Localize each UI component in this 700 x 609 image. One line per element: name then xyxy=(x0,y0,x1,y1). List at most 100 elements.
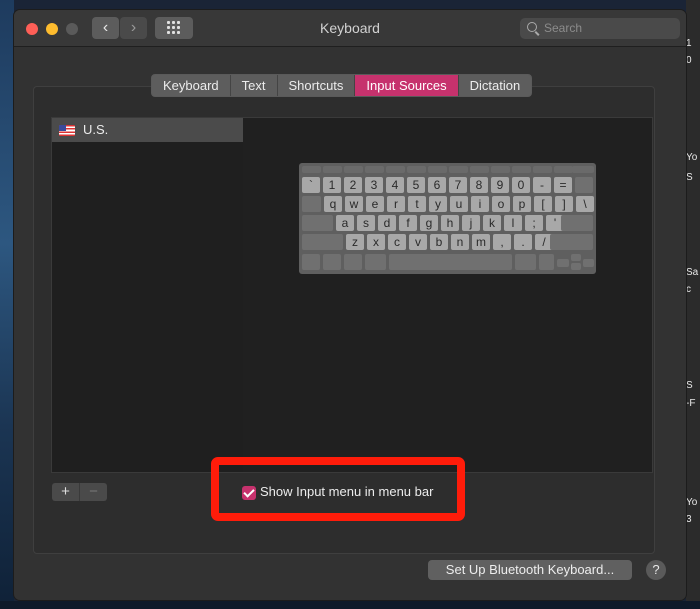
tab-dictation[interactable]: Dictation xyxy=(459,75,532,96)
help-button[interactable]: ? xyxy=(646,560,666,580)
function-key xyxy=(470,166,489,173)
title-bar: ‹ › Keyboard Search xyxy=(14,10,686,47)
desktop-text-fragment: S xyxy=(686,172,693,183)
key-cap: , xyxy=(493,234,511,250)
key-cap: 8 xyxy=(470,177,488,193)
search-field[interactable]: Search xyxy=(520,18,680,39)
key-cap: = xyxy=(554,177,572,193)
key-cap: [ xyxy=(534,196,552,212)
key-cap: 4 xyxy=(386,177,404,193)
desktop-text-fragment: -F xyxy=(686,398,696,409)
arrow-key xyxy=(571,263,581,270)
command-key xyxy=(365,254,386,270)
input-source-item-us[interactable]: U.S. xyxy=(52,118,244,142)
function-key xyxy=(491,166,510,173)
key-cap: 6 xyxy=(428,177,446,193)
show-input-menu-checkbox[interactable] xyxy=(242,486,256,500)
command-key xyxy=(515,254,536,270)
desktop-text-fragment: c xyxy=(686,284,691,295)
key-cap: ] xyxy=(555,196,573,212)
function-key xyxy=(533,166,552,173)
key-cap: p xyxy=(513,196,531,212)
desktop-background-right: 1 0 Yo S Sa c S -F Yo 3 xyxy=(686,0,700,609)
input-sources-list[interactable]: U.S. xyxy=(51,117,245,473)
desktop-text-fragment: 0 xyxy=(686,55,692,66)
key-cap: i xyxy=(471,196,489,212)
system-preferences-window: ‹ › Keyboard Search Keyboard Text Shortcut… xyxy=(14,10,686,600)
show-input-menu-label[interactable]: Show Input menu in menu bar xyxy=(260,484,433,499)
function-key xyxy=(302,166,321,173)
arrow-key xyxy=(571,254,581,261)
desktop-background-left xyxy=(0,0,14,609)
tab-text[interactable]: Text xyxy=(231,75,278,96)
us-flag-icon xyxy=(59,125,75,136)
search-icon xyxy=(527,22,537,32)
key-cap: t xyxy=(408,196,426,212)
tab-keyboard[interactable]: Keyboard xyxy=(152,75,231,96)
key-cap: f xyxy=(399,215,417,231)
function-key xyxy=(344,166,363,173)
desktop-background-bottom xyxy=(0,601,700,609)
key-cap: x xyxy=(367,234,385,250)
search-placeholder: Search xyxy=(544,21,583,35)
return-key xyxy=(561,215,593,231)
desktop-text-fragment: 1 xyxy=(686,38,692,49)
function-key xyxy=(386,166,405,173)
function-key xyxy=(407,166,426,173)
desktop-text-fragment: Sa xyxy=(686,267,699,278)
key-cap: k xyxy=(483,215,501,231)
list-controls: + − xyxy=(52,483,107,501)
key-cap: ` xyxy=(302,177,320,193)
desktop-text-fragment: S xyxy=(686,380,693,391)
key-cap: w xyxy=(345,196,363,212)
function-key xyxy=(323,166,342,173)
key-cap: a xyxy=(336,215,354,231)
key-cap: y xyxy=(429,196,447,212)
tab-shortcuts[interactable]: Shortcuts xyxy=(278,75,356,96)
tab-key xyxy=(302,196,321,212)
key-cap: g xyxy=(420,215,438,231)
key-cap: r xyxy=(387,196,405,212)
key-cap: s xyxy=(357,215,375,231)
function-key xyxy=(449,166,468,173)
key-cap: 7 xyxy=(449,177,467,193)
function-key xyxy=(428,166,447,173)
function-key xyxy=(554,166,573,173)
key-cap: . xyxy=(514,234,532,250)
desktop-text-fragment: Yo xyxy=(686,152,698,163)
tab-input-sources[interactable]: Input Sources xyxy=(355,75,459,96)
desktop-text-fragment: 3 xyxy=(686,514,692,525)
control-key xyxy=(323,254,341,270)
key-cap: 9 xyxy=(491,177,509,193)
key-cap: ; xyxy=(525,215,543,231)
delete-key xyxy=(575,177,593,193)
tab-bar: Keyboard Text Shortcuts Input Sources Dictat… xyxy=(151,74,533,97)
key-cap: u xyxy=(450,196,468,212)
set-up-bluetooth-keyboard-button[interactable]: Set Up Bluetooth Keyboard... xyxy=(428,560,632,580)
key-cap: 0 xyxy=(512,177,530,193)
key-cap: c xyxy=(388,234,406,250)
caps-lock-key xyxy=(302,215,333,231)
key-cap: - xyxy=(533,177,551,193)
option-key xyxy=(344,254,362,270)
keyboard-layout-preview: ` 1 2 3 4 5 6 7 8 9 0- = q w e r t y u i o p[] \ a s d f g h j k l; ' z x c… xyxy=(299,163,596,274)
fn-key xyxy=(302,254,320,270)
input-source-label: U.S. xyxy=(83,122,109,137)
key-cap: q xyxy=(324,196,342,212)
remove-input-source-button[interactable]: − xyxy=(79,483,107,501)
key-cap: v xyxy=(409,234,427,250)
key-cap: h xyxy=(441,215,459,231)
option-key xyxy=(539,254,554,270)
key-cap: j xyxy=(462,215,480,231)
key-cap: z xyxy=(346,234,364,250)
key-cap: o xyxy=(492,196,510,212)
space-bar xyxy=(389,254,512,270)
key-cap: 1 xyxy=(323,177,341,193)
key-cap: e xyxy=(366,196,384,212)
function-key xyxy=(512,166,531,173)
key-cap: 3 xyxy=(365,177,383,193)
shift-key xyxy=(302,234,343,250)
function-key xyxy=(572,166,593,173)
function-key xyxy=(365,166,384,173)
add-input-source-button[interactable]: + xyxy=(52,483,79,501)
